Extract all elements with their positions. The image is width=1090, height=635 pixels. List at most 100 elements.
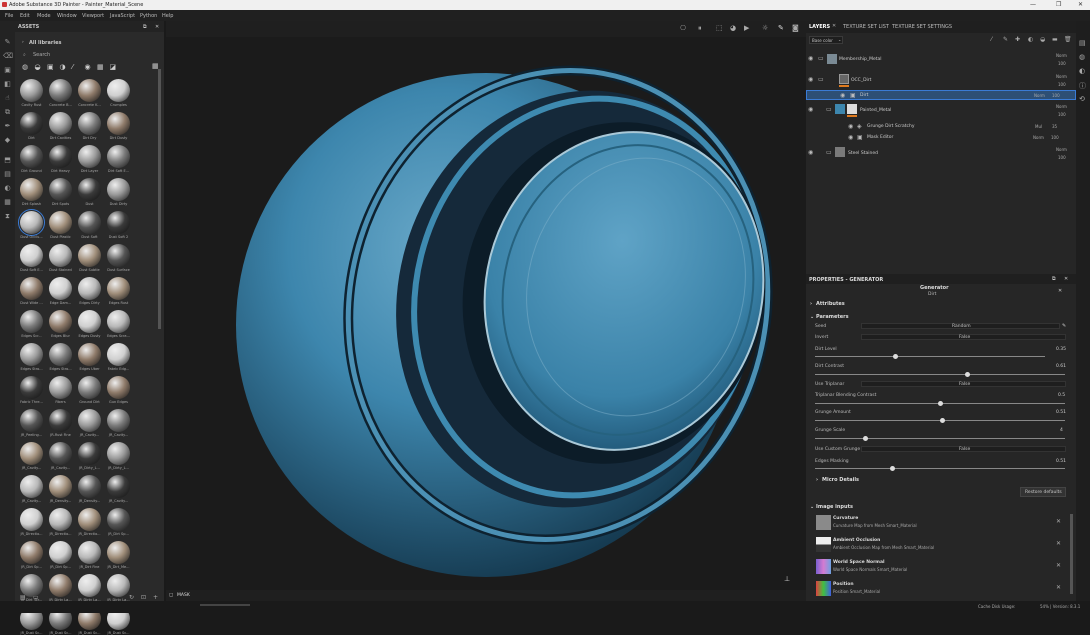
asset-thumbnail[interactable] xyxy=(49,541,72,564)
asset-filter-icon[interactable]: ▣ xyxy=(47,63,54,71)
asset-thumbnail[interactable] xyxy=(49,574,72,597)
image-inputs-section[interactable]: Image inputs xyxy=(816,504,853,510)
asset-thumbnail[interactable] xyxy=(107,310,130,333)
eye-icon[interactable]: ◉ xyxy=(848,134,853,141)
asset-thumbnail[interactable] xyxy=(78,178,101,201)
screenshot-icon[interactable]: ◙ xyxy=(792,24,799,32)
eye-icon[interactable]: ◉ xyxy=(808,149,813,156)
import-icon[interactable]: ⊡ xyxy=(141,594,146,601)
asset-filter-icon[interactable]: ◒ xyxy=(35,63,41,71)
library-selector[interactable]: All libraries xyxy=(29,40,61,46)
asset-thumbnail[interactable] xyxy=(49,79,72,102)
chevron-right-icon[interactable]: › xyxy=(816,477,818,483)
eye-icon[interactable]: ◉ xyxy=(808,76,813,83)
picker-tool-icon[interactable]: ✒ xyxy=(3,123,12,130)
paint-layer-icon[interactable]: ◐ xyxy=(1028,36,1033,43)
remove-input-icon[interactable]: ✕ xyxy=(1056,584,1061,591)
video-icon[interactable]: ▶ xyxy=(744,24,749,32)
asset-thumbnail[interactable] xyxy=(20,475,43,498)
layer-row[interactable]: ◉ ▭ Painted_Metal Norm 100 xyxy=(806,103,1076,119)
clone-tool-icon[interactable]: ⧉ xyxy=(3,109,12,116)
seed-button[interactable]: Random xyxy=(861,323,1060,329)
asset-thumbnail[interactable] xyxy=(107,409,130,432)
layer-blend[interactable]: Norm xyxy=(1034,93,1045,98)
asset-thumbnail[interactable] xyxy=(78,475,101,498)
asset-thumbnail[interactable] xyxy=(107,79,130,102)
slider-knob[interactable] xyxy=(940,418,945,423)
assets-float-icon[interactable]: ⧉ xyxy=(143,24,147,30)
layer-opacity[interactable]: 100 xyxy=(1058,112,1066,117)
remove-input-icon[interactable]: ✕ xyxy=(1056,540,1061,547)
menu-file[interactable]: File xyxy=(5,13,13,19)
asset-filter-icon[interactable]: ⁄ xyxy=(72,63,73,71)
tri-blend-slider[interactable] xyxy=(815,401,1065,406)
image-input-row[interactable]: Ambient Occlusion Ambient Occlusion Map … xyxy=(806,536,1076,556)
eye-icon[interactable]: ◉ xyxy=(808,55,813,62)
asset-thumbnail[interactable] xyxy=(49,310,72,333)
layer-opacity[interactable]: 100 xyxy=(1051,135,1059,140)
asset-thumbnail[interactable] xyxy=(78,376,101,399)
folder-icon[interactable]: ▭ xyxy=(33,594,39,601)
chevron-right-icon[interactable]: › xyxy=(22,40,24,45)
asset-thumbnail[interactable] xyxy=(20,310,43,333)
chevron-right-icon[interactable]: › xyxy=(810,301,812,307)
display-settings-icon[interactable]: ▤ xyxy=(3,171,12,178)
asset-thumbnail[interactable] xyxy=(107,508,130,531)
eye-icon[interactable]: ◉ xyxy=(848,123,853,130)
float-icon[interactable]: ⧉ xyxy=(1052,276,1056,282)
asset-thumbnail[interactable] xyxy=(20,178,43,201)
menu-edit[interactable]: Edit xyxy=(20,13,30,19)
asset-thumbnail[interactable] xyxy=(49,178,72,201)
delete-icon[interactable]: 🗑 xyxy=(1064,36,1072,43)
dirt-level-value[interactable]: 0.35 xyxy=(1056,347,1066,352)
dirt-contrast-value[interactable]: 0.61 xyxy=(1056,364,1066,369)
layer-row-selected[interactable]: ◉ ▣ Dirt Norm 100 xyxy=(806,90,1076,100)
asset-thumbnail[interactable] xyxy=(49,343,72,366)
asset-thumbnail[interactable] xyxy=(107,541,130,564)
assets-close-icon[interactable]: ✕ xyxy=(155,24,159,30)
add-icon[interactable]: + xyxy=(153,594,158,601)
menu-viewport[interactable]: Viewport xyxy=(82,13,104,19)
camera-icon[interactable]: ⎔ xyxy=(680,24,686,32)
frame-icon[interactable]: ⬚ xyxy=(716,24,723,32)
assets-scrollbar[interactable] xyxy=(158,69,161,329)
asset-thumbnail[interactable] xyxy=(78,79,101,102)
pipette-icon[interactable]: ⁄ xyxy=(991,36,992,43)
asset-thumbnail[interactable] xyxy=(20,508,43,531)
channel-select[interactable]: Base color ⌄ xyxy=(809,36,843,44)
material-icon[interactable]: ◍ xyxy=(1079,53,1085,61)
asset-thumbnail[interactable] xyxy=(107,145,130,168)
geometry-fill-icon[interactable]: ◧ xyxy=(3,81,12,88)
material-view-icon[interactable]: ◕ xyxy=(730,24,736,32)
close-icon[interactable]: ✕ xyxy=(1064,276,1068,282)
grunge-scale-value[interactable]: 4 xyxy=(1060,428,1063,433)
tab-texture-set-settings[interactable]: TEXTURE SET SETTINGS xyxy=(892,24,952,30)
asset-thumbnail[interactable] xyxy=(78,442,101,465)
use-triplanar-toggle[interactable]: False xyxy=(861,381,1066,387)
edit-icon[interactable]: ✎ xyxy=(1062,323,1066,329)
history-icon[interactable]: ⧗ xyxy=(3,213,12,220)
asset-thumbnail[interactable] xyxy=(107,277,130,300)
asset-thumbnail[interactable] xyxy=(20,541,43,564)
close-generator-icon[interactable]: ✕ xyxy=(1058,288,1062,294)
refresh-icon[interactable]: ↻ xyxy=(129,594,134,601)
layer-blend[interactable]: Norm xyxy=(1056,147,1067,152)
polygon-fill-icon[interactable]: ◆ xyxy=(3,137,12,144)
asset-thumbnail[interactable] xyxy=(78,343,101,366)
pause-icon[interactable]: ⏸ xyxy=(698,24,702,33)
asset-thumbnail[interactable] xyxy=(20,409,43,432)
layer-row[interactable]: ◉ ▣ Mask Editor Norm 100 xyxy=(806,133,1076,143)
dirt-level-slider[interactable] xyxy=(815,354,1045,359)
paint-tool-icon[interactable]: ✎ xyxy=(3,39,12,46)
eye-icon[interactable]: ◉ xyxy=(808,106,813,113)
asset-thumbnail[interactable] xyxy=(20,112,43,135)
parameters-section[interactable]: Parameters xyxy=(816,314,849,320)
asset-thumbnail[interactable] xyxy=(20,79,43,102)
bake-icon[interactable]: ⬒ xyxy=(3,157,12,164)
light-icon[interactable]: ☼ xyxy=(762,24,768,32)
asset-thumbnail[interactable] xyxy=(78,508,101,531)
chevron-down-icon[interactable]: ⌄ xyxy=(810,504,814,510)
layer-blend[interactable]: Norm xyxy=(1033,135,1044,140)
asset-thumbnail[interactable] xyxy=(78,211,101,234)
layer-blend[interactable]: Norm xyxy=(1056,53,1067,58)
